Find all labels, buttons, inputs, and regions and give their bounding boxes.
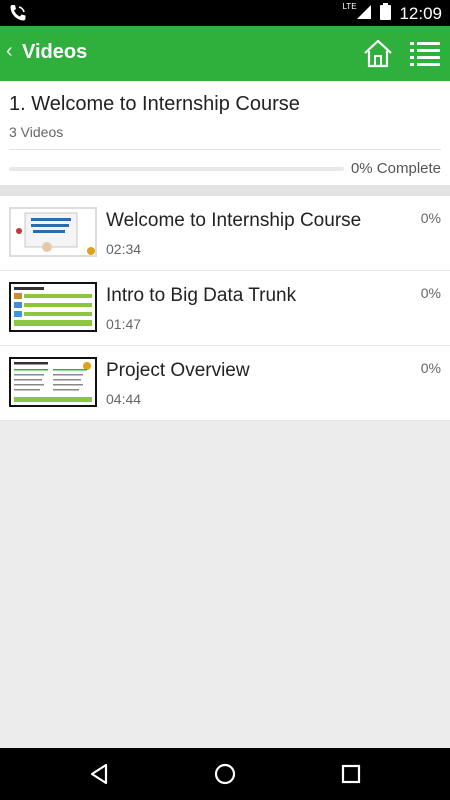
video-progress: 0% bbox=[420, 285, 441, 301]
course-progress-bar bbox=[9, 167, 344, 171]
video-thumbnail bbox=[9, 207, 97, 257]
page-title[interactable]: Videos bbox=[22, 41, 87, 64]
app-bar: ‹ Videos bbox=[0, 26, 450, 81]
course-title: 1. Welcome to Internship Course bbox=[9, 93, 300, 115]
battery-icon bbox=[380, 3, 392, 25]
video-list-item[interactable]: Welcome to Internship Course 02:34 0% bbox=[0, 196, 450, 271]
video-list: Welcome to Internship Course 02:34 0% In… bbox=[0, 196, 450, 421]
signal-icon: LTE bbox=[342, 2, 372, 25]
video-list-item[interactable]: Intro to Big Data Trunk 01:47 0% bbox=[0, 271, 450, 346]
video-list-item[interactable]: Project Overview 04:44 0% bbox=[0, 346, 450, 421]
status-bar: LTE 12:09 bbox=[0, 0, 450, 26]
video-duration: 04:44 bbox=[106, 391, 142, 407]
divider bbox=[9, 149, 441, 150]
back-triangle-icon[interactable] bbox=[85, 760, 115, 788]
list-menu-icon[interactable] bbox=[410, 40, 440, 68]
video-progress: 0% bbox=[420, 360, 441, 376]
video-title: Intro to Big Data Trunk bbox=[106, 285, 297, 306]
section-divider bbox=[0, 185, 450, 196]
video-duration: 01:47 bbox=[106, 316, 142, 332]
progress-label: 0% Complete bbox=[350, 160, 441, 177]
recents-square-icon[interactable] bbox=[336, 760, 366, 788]
video-thumbnail bbox=[9, 357, 97, 407]
phone-call-icon bbox=[8, 3, 28, 28]
network-type: LTE bbox=[342, 1, 357, 11]
video-count: 3 Videos bbox=[9, 124, 64, 140]
video-progress: 0% bbox=[420, 210, 441, 226]
video-duration: 02:34 bbox=[106, 241, 142, 257]
video-title: Project Overview bbox=[106, 360, 250, 381]
video-title: Welcome to Internship Course bbox=[106, 210, 362, 231]
clock: 12:09 bbox=[399, 4, 442, 23]
course-header: 1. Welcome to Internship Course 3 Videos… bbox=[0, 81, 450, 185]
video-thumbnail bbox=[9, 282, 97, 332]
home-circle-icon[interactable] bbox=[210, 760, 240, 788]
system-nav-bar bbox=[0, 748, 450, 800]
home-icon[interactable] bbox=[362, 38, 394, 70]
back-chevron-icon[interactable]: ‹ bbox=[6, 40, 13, 63]
